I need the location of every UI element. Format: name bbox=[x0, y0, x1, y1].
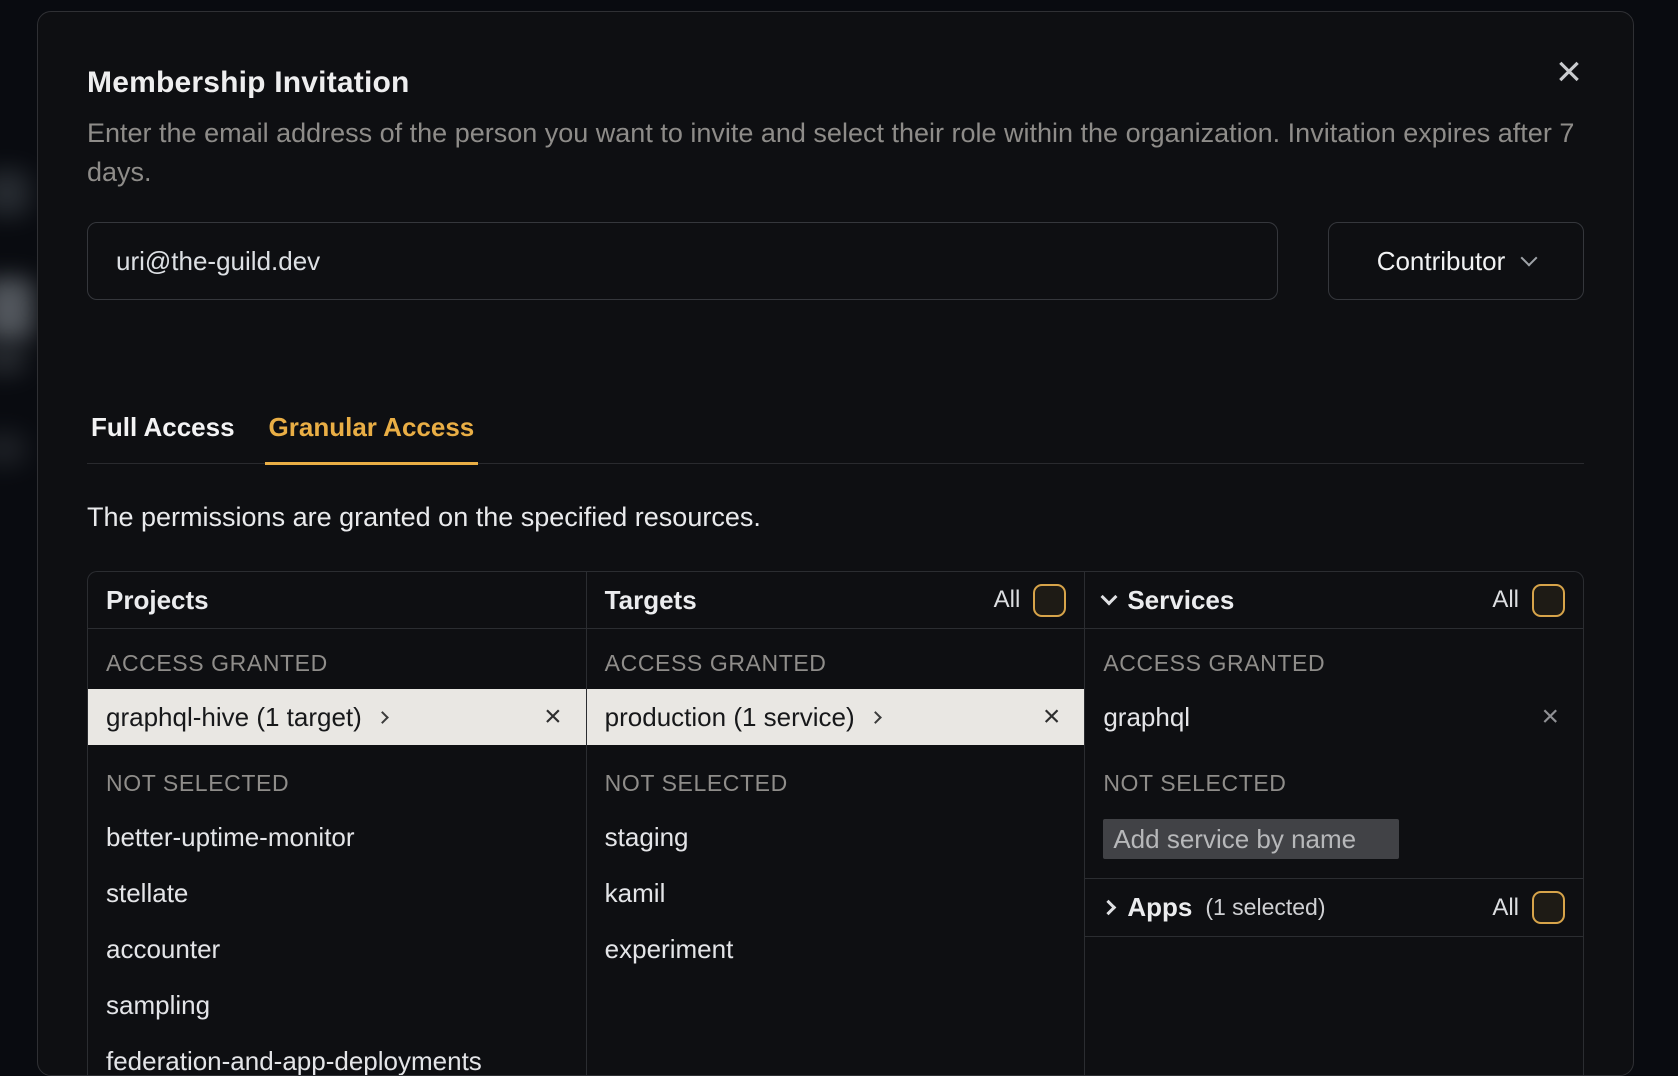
granted-service-row[interactable]: graphql × bbox=[1085, 689, 1583, 745]
services-column-body: ACCESS GRANTED graphql × NOT SELECTED Ap… bbox=[1085, 629, 1583, 937]
chevron-down-icon bbox=[1101, 589, 1118, 606]
list-item[interactable]: federation-and-app-deployments bbox=[88, 1033, 586, 1076]
projects-header-label: Projects bbox=[106, 585, 209, 616]
page-title: Membership Invitation bbox=[87, 65, 1584, 101]
list-item[interactable]: stellate bbox=[88, 865, 586, 921]
access-tabs: Full Access Granular Access bbox=[87, 412, 1584, 464]
background-blur-blob bbox=[0, 432, 26, 466]
permissions-note: The permissions are granted on the speci… bbox=[87, 502, 1584, 533]
remove-service-icon[interactable]: × bbox=[1541, 702, 1559, 732]
apps-selected-count: (1 selected) bbox=[1205, 894, 1325, 921]
list-item[interactable]: staging bbox=[587, 809, 1085, 865]
granted-service-label: graphql bbox=[1103, 702, 1190, 733]
apps-label: Apps bbox=[1127, 892, 1192, 923]
all-label: All bbox=[1492, 894, 1519, 922]
add-service-input[interactable] bbox=[1103, 819, 1399, 859]
all-label: All bbox=[1492, 586, 1519, 614]
not-selected-label: NOT SELECTED bbox=[88, 757, 586, 809]
access-granted-label: ACCESS GRANTED bbox=[88, 637, 586, 689]
membership-invitation-modal: × Membership Invitation Enter the email … bbox=[37, 11, 1634, 1076]
projects-column: Projects ACCESS GRANTED graphql-hive (1 … bbox=[88, 572, 586, 1076]
granted-target-label: production (1 service) bbox=[605, 702, 855, 733]
checkbox-icon[interactable] bbox=[1033, 584, 1066, 617]
granted-target-row[interactable]: production (1 service) × bbox=[587, 689, 1085, 745]
list-item[interactable]: sampling bbox=[88, 977, 586, 1033]
services-all-toggle[interactable]: All bbox=[1492, 584, 1565, 617]
remove-project-icon[interactable]: × bbox=[544, 702, 562, 732]
targets-column-header: Targets All bbox=[587, 572, 1085, 629]
tab-full-access[interactable]: Full Access bbox=[87, 412, 239, 465]
chevron-down-icon bbox=[1521, 250, 1538, 267]
not-selected-label: NOT SELECTED bbox=[587, 757, 1085, 809]
checkbox-icon[interactable] bbox=[1532, 584, 1565, 617]
resources-table: Projects ACCESS GRANTED graphql-hive (1 … bbox=[87, 571, 1584, 1076]
email-field[interactable] bbox=[87, 222, 1278, 300]
projects-not-selected-list: better-uptime-monitorstellateaccountersa… bbox=[88, 809, 586, 1076]
services-header-label: Services bbox=[1127, 585, 1234, 616]
targets-all-toggle[interactable]: All bbox=[994, 584, 1067, 617]
apps-all-toggle[interactable]: All bbox=[1492, 891, 1565, 924]
remove-target-icon[interactable]: × bbox=[1043, 702, 1061, 732]
list-item[interactable]: experiment bbox=[587, 921, 1085, 977]
checkbox-icon[interactable] bbox=[1532, 891, 1565, 924]
invite-form-row: Contributor bbox=[87, 222, 1584, 300]
targets-header-label: Targets bbox=[605, 585, 697, 616]
targets-not-selected-list: stagingkamilexperiment bbox=[587, 809, 1085, 977]
access-granted-label: ACCESS GRANTED bbox=[1085, 637, 1583, 689]
all-label: All bbox=[994, 586, 1021, 614]
not-selected-label: NOT SELECTED bbox=[1085, 757, 1583, 809]
chevron-right-icon bbox=[1101, 900, 1117, 916]
add-service-wrap bbox=[1085, 809, 1583, 859]
targets-column: Targets All ACCESS GRANTED production (1… bbox=[586, 572, 1085, 1076]
list-item[interactable]: accounter bbox=[88, 921, 586, 977]
role-select[interactable]: Contributor bbox=[1328, 222, 1584, 300]
modal-description: Enter the email address of the person yo… bbox=[87, 114, 1584, 192]
background-blur-blob bbox=[0, 278, 34, 340]
projects-column-body: ACCESS GRANTED graphql-hive (1 target) ×… bbox=[88, 629, 586, 1076]
granted-project-label: graphql-hive (1 target) bbox=[106, 702, 362, 733]
chevron-right-icon bbox=[869, 711, 882, 724]
access-granted-label: ACCESS GRANTED bbox=[587, 637, 1085, 689]
chevron-right-icon bbox=[376, 711, 389, 724]
granted-project-row[interactable]: graphql-hive (1 target) × bbox=[88, 689, 586, 745]
services-column-header[interactable]: Services All bbox=[1085, 572, 1583, 629]
tab-granular-access[interactable]: Granular Access bbox=[265, 412, 479, 465]
background-blur-blob bbox=[0, 346, 26, 374]
services-column: Services All ACCESS GRANTED graphql × NO… bbox=[1084, 572, 1583, 1076]
list-item[interactable]: kamil bbox=[587, 865, 1085, 921]
list-item[interactable]: better-uptime-monitor bbox=[88, 809, 586, 865]
background-blur-blob bbox=[0, 170, 30, 216]
role-select-value: Contributor bbox=[1377, 246, 1506, 277]
apps-expander-row[interactable]: Apps (1 selected) All bbox=[1085, 878, 1583, 937]
projects-column-header: Projects bbox=[88, 572, 586, 629]
targets-column-body: ACCESS GRANTED production (1 service) × … bbox=[587, 629, 1085, 977]
close-icon[interactable]: × bbox=[1543, 46, 1595, 98]
